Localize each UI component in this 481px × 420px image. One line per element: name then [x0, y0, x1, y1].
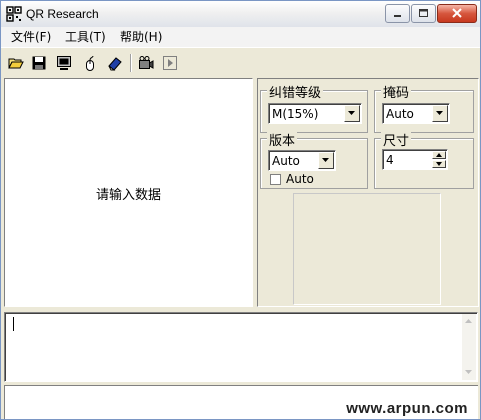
play-button[interactable] [159, 52, 181, 74]
app-window: QR Research 文件(F) 工具(T) 帮助(H) 请输入数据 纠错等级… [0, 0, 481, 420]
watermark: www.arpun.com [346, 400, 468, 417]
version-select[interactable]: Auto [268, 150, 336, 171]
menu-file[interactable]: 文件(F) [9, 29, 53, 45]
minimize-icon [394, 15, 401, 17]
erase-button[interactable] [104, 52, 126, 74]
size-increment-button[interactable] [432, 151, 446, 159]
toolbar-separator [130, 54, 132, 72]
camera-button[interactable] [135, 52, 157, 74]
minimize-button[interactable] [385, 4, 410, 23]
text-caret [13, 317, 14, 331]
save-disk-icon [32, 56, 46, 70]
mask-group: 掩码 Auto [374, 82, 474, 133]
close-button[interactable] [437, 4, 477, 23]
version-group: 版本 Auto Auto [260, 130, 368, 189]
ecc-dropdown-button[interactable] [344, 105, 360, 122]
output-area[interactable]: www.arpun.com [4, 385, 478, 419]
scroll-up-icon[interactable] [465, 319, 473, 324]
version-dropdown-button[interactable] [318, 152, 334, 169]
maximize-button[interactable] [411, 4, 436, 23]
mouse-icon [86, 55, 94, 71]
version-auto-checkbox[interactable] [270, 174, 281, 185]
version-label: 版本 [267, 130, 298, 149]
chevron-up-icon [436, 153, 442, 157]
eraser-icon [108, 57, 122, 71]
window-title: QR Research [26, 7, 99, 21]
size-value: 4 [386, 153, 394, 167]
monitor-icon [57, 56, 71, 70]
save-button[interactable] [28, 52, 50, 74]
mask-dropdown-button[interactable] [432, 105, 448, 122]
open-button[interactable] [5, 52, 27, 74]
menu-bar: 文件(F) 工具(T) 帮助(H) [1, 27, 480, 47]
scroll-down-icon[interactable] [465, 370, 473, 375]
qr-preview [293, 193, 441, 305]
version-auto-label[interactable]: Auto [286, 172, 314, 186]
text-editor[interactable] [4, 312, 478, 382]
menu-tools[interactable]: 工具(T) [63, 29, 108, 45]
ecc-value: M(15%) [272, 107, 319, 121]
data-input-pane[interactable]: 请输入数据 [4, 78, 253, 307]
chevron-down-icon [436, 162, 442, 166]
chevron-down-icon [436, 111, 443, 115]
size-label: 尺寸 [381, 130, 412, 149]
mask-value: Auto [386, 107, 414, 121]
toolbar [1, 47, 480, 78]
display-button[interactable] [53, 52, 75, 74]
editor-scrollbar[interactable] [462, 314, 476, 380]
size-decrement-button[interactable] [432, 160, 446, 168]
chevron-down-icon [322, 158, 329, 162]
size-group: 尺寸 4 [374, 130, 474, 189]
ecc-group: 纠错等级 M(15%) [260, 82, 368, 133]
input-prompt: 请输入数据 [95, 188, 161, 203]
ecc-label: 纠错等级 [267, 82, 324, 101]
maximize-icon [419, 9, 428, 17]
mask-select[interactable]: Auto [382, 103, 450, 124]
qr-app-icon [6, 6, 22, 22]
mouse-button[interactable] [79, 52, 101, 74]
chevron-down-icon [348, 111, 355, 115]
ecc-select[interactable]: M(15%) [268, 103, 362, 124]
close-icon [452, 8, 462, 18]
camera-icon [139, 56, 154, 69]
title-bar[interactable]: QR Research [1, 1, 480, 28]
play-icon [163, 56, 177, 70]
version-value: Auto [272, 154, 300, 168]
size-spinner[interactable]: 4 [382, 149, 448, 170]
mask-label: 掩码 [381, 82, 412, 101]
open-folder-icon [8, 58, 24, 69]
menu-help[interactable]: 帮助(H) [118, 29, 164, 45]
